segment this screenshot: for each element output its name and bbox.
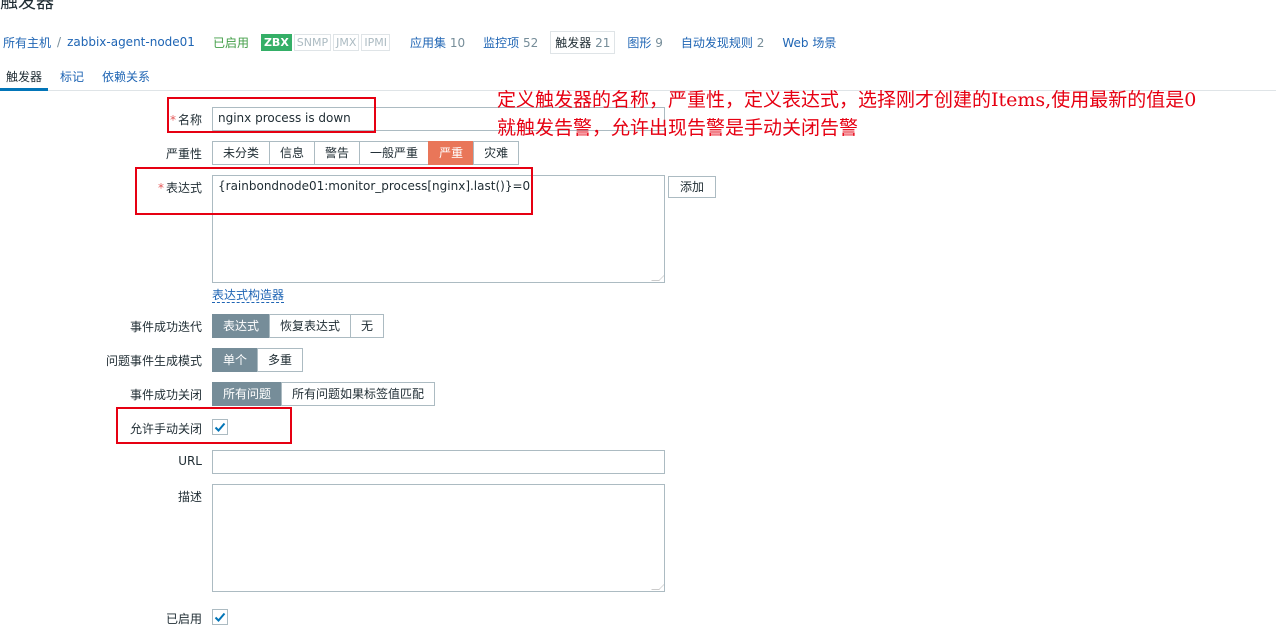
severity-average[interactable]: 一般严重 <box>359 141 430 165</box>
ok-close-selector: 所有问题 所有问题如果标签值匹配 <box>212 382 436 406</box>
ipmi-badge: IPMI <box>361 33 391 51</box>
nav-applications[interactable]: 应用集 10 <box>410 34 465 51</box>
event-mode-selector: 单个 多重 <box>212 348 304 372</box>
annotation-line-1: 定义触发器的名称，严重性，定义表达式，选择刚才创建的Items,使用最新的值是0 <box>497 89 1197 111</box>
breadcrumb-separator: / <box>57 35 62 49</box>
ok-close-tag-match[interactable]: 所有问题如果标签值匹配 <box>281 382 436 406</box>
ok-close-label: 事件成功关闭 <box>129 388 202 402</box>
annotation-text: 定义触发器的名称，严重性，定义表达式，选择刚才创建的Items,使用最新的值是0… <box>497 86 1272 142</box>
annotation-box-manual-close <box>116 407 292 444</box>
nav-items[interactable]: 监控项 52 <box>483 34 538 51</box>
event-mode-single[interactable]: 单个 <box>212 348 259 372</box>
host-navigation: 所有主机 / zabbix-agent-node01 已启用 ZBX SNMP … <box>0 30 1276 54</box>
nav-graphs-label: 图形 <box>627 35 652 50</box>
nav-discovery-label: 自动发现规则 <box>680 35 753 50</box>
ok-event-selector: 表达式 恢复表达式 无 <box>212 314 385 338</box>
enabled-checkbox[interactable] <box>212 609 228 625</box>
nav-triggers-count: 21 <box>595 35 611 50</box>
event-mode-multiple[interactable]: 多重 <box>257 348 304 372</box>
snmp-badge: SNMP <box>293 33 332 51</box>
url-label: URL <box>178 454 202 468</box>
tab-tags[interactable]: 标记 <box>54 64 90 91</box>
nav-graphs[interactable]: 图形 9 <box>627 34 662 51</box>
nav-applications-label: 应用集 <box>410 35 447 50</box>
nav-web-label: Web 场景 <box>782 35 837 50</box>
severity-disaster[interactable]: 灾难 <box>473 141 520 165</box>
enabled-label: 已启用 <box>165 612 202 626</box>
nav-items-count: 52 <box>523 35 539 50</box>
nav-web-scenarios[interactable]: Web 场景 <box>782 34 836 51</box>
breadcrumb-host[interactable]: zabbix-agent-node01 <box>67 35 195 49</box>
nav-graphs-count: 9 <box>655 35 663 50</box>
ok-event-none[interactable]: 无 <box>350 314 385 338</box>
annotation-line-2: 就触发告警，允许出现告警是手动关闭告警 <box>497 117 859 139</box>
nav-triggers-label: 触发器 <box>555 35 592 50</box>
breadcrumb-all-hosts[interactable]: 所有主机 <box>3 34 51 51</box>
description-textarea[interactable] <box>212 484 665 592</box>
page-title: 触发器 <box>0 0 54 13</box>
url-input[interactable] <box>212 450 665 474</box>
tab-dependencies[interactable]: 依赖关系 <box>96 64 156 91</box>
severity-label: 严重性 <box>165 147 202 161</box>
nav-discovery-count: 2 <box>756 35 765 50</box>
availability-badges: ZBX SNMP JMX IPMI <box>260 33 392 51</box>
description-label: 描述 <box>177 490 202 504</box>
nav-applications-count: 10 <box>449 35 466 50</box>
ok-event-recovery-expression[interactable]: 恢复表达式 <box>269 314 352 338</box>
add-expression-button[interactable]: 添加 <box>668 176 717 198</box>
severity-information[interactable]: 信息 <box>269 141 316 165</box>
annotation-box-name <box>167 97 376 133</box>
resize-handle[interactable] <box>651 273 664 281</box>
ok-close-all-problems[interactable]: 所有问题 <box>212 382 283 406</box>
host-status[interactable]: 已启用 <box>213 34 249 51</box>
nav-items-label: 监控项 <box>483 35 520 50</box>
jmx-badge: JMX <box>333 33 360 51</box>
severity-selector: 未分类 信息 警告 一般严重 严重 灾难 <box>212 141 520 165</box>
tab-trigger[interactable]: 触发器 <box>0 64 49 91</box>
zbx-badge: ZBX <box>260 33 292 51</box>
ok-event-expression[interactable]: 表达式 <box>212 314 271 338</box>
annotation-box-expression <box>135 167 533 215</box>
severity-warning[interactable]: 警告 <box>314 141 361 165</box>
nav-triggers[interactable]: 触发器 21 <box>550 30 616 54</box>
event-mode-label: 问题事件生成模式 <box>105 354 202 368</box>
expression-constructor-link[interactable]: 表达式构造器 <box>212 288 285 303</box>
checkmark-icon <box>214 612 226 622</box>
severity-not-classified[interactable]: 未分类 <box>212 141 271 165</box>
resize-handle[interactable] <box>651 582 664 590</box>
nav-discovery-rules[interactable]: 自动发现规则 2 <box>681 34 764 51</box>
severity-high[interactable]: 严重 <box>428 141 475 165</box>
ok-event-label: 事件成功迭代 <box>129 320 202 334</box>
